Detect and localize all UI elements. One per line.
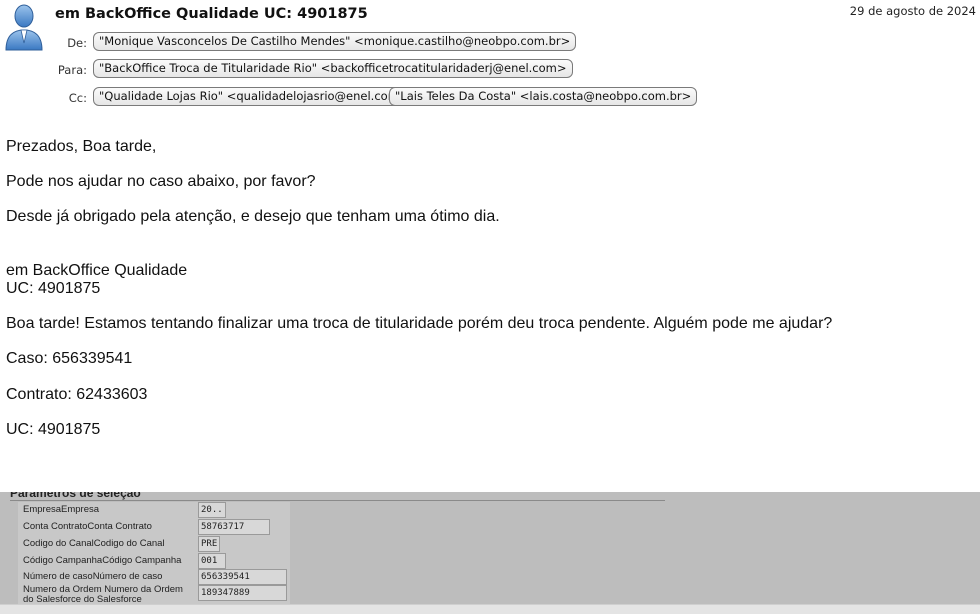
body-message: Boa tarde! Estamos tentando finalizar um…: [6, 315, 833, 332]
param-label-campanha: Código CampanhaCódigo Campanha: [23, 555, 182, 566]
body-request: Pode nos ajudar no caso abaixo, por favo…: [6, 173, 316, 190]
cc-address-chip-2[interactable]: "Lais Teles Da Costa" <lais.costa@neobpo…: [389, 87, 698, 106]
param-field-ordem-salesforce[interactable]: 189347889: [198, 585, 287, 601]
divider: [10, 500, 665, 501]
email-subject: em BackOffice Qualidade UC: 4901875: [55, 6, 368, 22]
body-greeting: Prezados, Boa tarde,: [6, 138, 157, 155]
quote-title: em BackOffice Qualidade: [6, 262, 188, 279]
param-field-empresa[interactable]: 20..: [198, 502, 226, 518]
horizontal-scrollbar[interactable]: [0, 604, 980, 614]
quote-uc: UC: 4901875: [6, 280, 101, 297]
body-uc: UC: 4901875: [6, 421, 101, 438]
param-label-conta-contrato: Conta ContratoConta Contrato: [23, 521, 152, 532]
cc-address-chip-1[interactable]: "Qualidade Lojas Rio" <qualidadelojasrio…: [93, 87, 415, 106]
cc-label: Cc:: [68, 91, 87, 105]
to-address-chip[interactable]: "BackOffice Troca de Titularidade Rio" <…: [93, 59, 573, 78]
from-address-chip[interactable]: "Monique Vasconcelos De Castilho Mendes"…: [93, 32, 577, 51]
from-label: De:: [67, 36, 87, 50]
param-field-canal[interactable]: PRE: [198, 536, 220, 552]
body-contrato: Contrato: 62433603: [6, 386, 148, 403]
email-date: 29 de agosto de 2024: [849, 4, 976, 18]
param-label-empresa: EmpresaEmpresa: [23, 504, 100, 515]
param-field-campanha[interactable]: 001: [198, 553, 226, 569]
embedded-screenshot: Parâmetros de seleção EmpresaEmpresa 20.…: [0, 492, 980, 614]
sender-avatar-icon: [4, 3, 44, 51]
param-field-conta-contrato[interactable]: 58763717: [198, 519, 270, 535]
param-field-numero-caso[interactable]: 656339541: [198, 569, 287, 585]
selection-params-title: Parâmetros de seleção: [10, 492, 141, 500]
param-label-canal: Codigo do CanalCodigo do Canal: [23, 538, 165, 549]
param-label-numero-caso: Número de casoNúmero de caso: [23, 571, 163, 582]
body-caso: Caso: 656339541: [6, 350, 133, 367]
to-label: Para:: [57, 63, 87, 77]
body-thanks: Desde já obrigado pela atenção, e desejo…: [6, 208, 500, 225]
